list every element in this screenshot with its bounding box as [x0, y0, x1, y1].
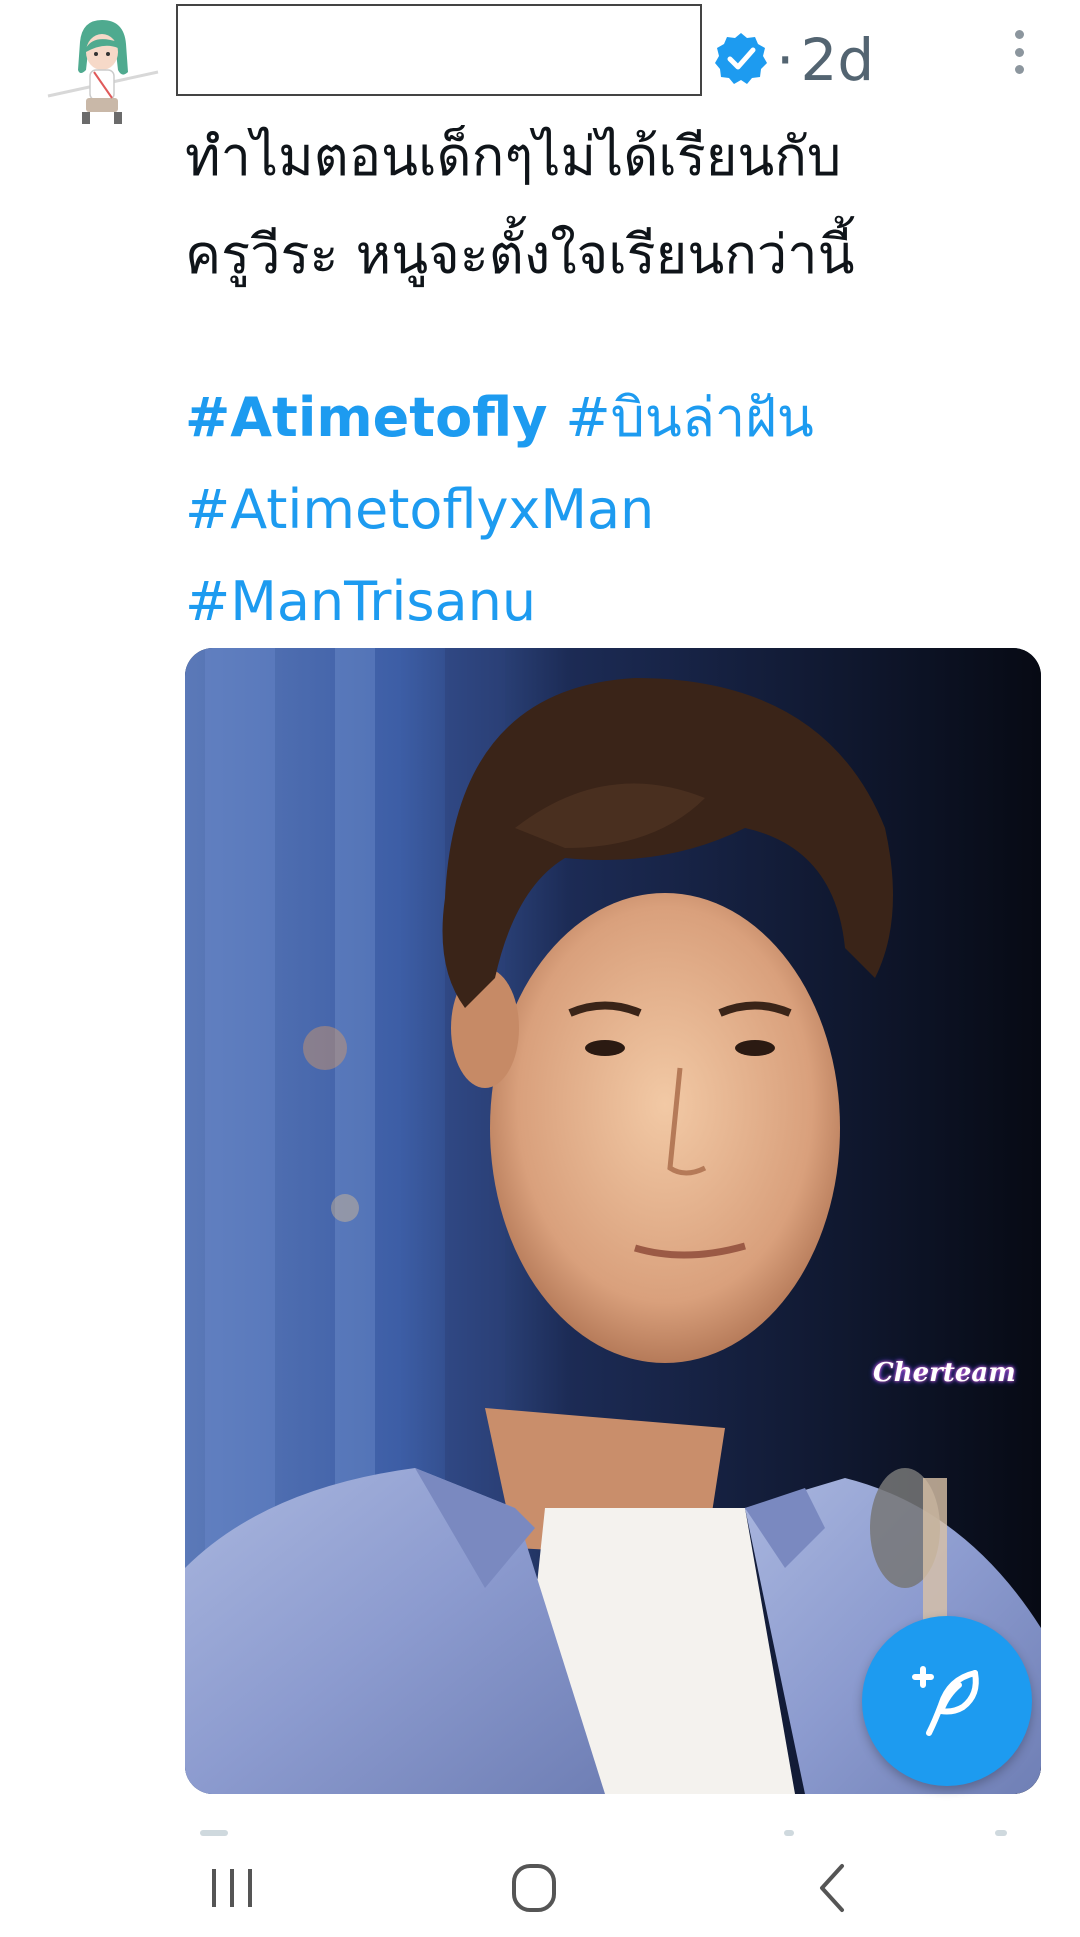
tweet-meta: · 2d: [774, 20, 874, 100]
tweet-text-line-1: ทำไมตอนเด็กๆไม่ได้เรียนกับ: [185, 125, 842, 188]
back-button[interactable]: [772, 1838, 892, 1937]
hashtag-link[interactable]: #AtimetoflyxMan: [185, 464, 654, 556]
system-nav-bar: [0, 1838, 1080, 1937]
tweet: · 2d ทำไมตอนเด็กๆไม่ได้เรียนกับ ครูวีระ ห…: [0, 0, 1080, 1836]
photo-watermark: Cherteam: [873, 1358, 1016, 1388]
hashtag-link[interactable]: #Atimetofly: [185, 372, 547, 464]
tweet-actions-peek: [0, 1826, 1080, 1838]
compose-tweet-button[interactable]: [862, 1616, 1032, 1786]
verified-badge-icon: [714, 31, 768, 85]
tweet-text: ทำไมตอนเด็กๆไม่ได้เรียนกับ ครูวีระ หนูจะ…: [185, 108, 1035, 304]
display-name-redacted[interactable]: [176, 4, 702, 96]
recents-icon: [212, 1868, 252, 1907]
tweet-timestamp[interactable]: 2d: [800, 26, 874, 94]
avatar[interactable]: [42, 12, 164, 134]
home-button[interactable]: [474, 1838, 594, 1937]
hashtag-link[interactable]: #ManTrisanu: [185, 556, 536, 648]
recents-button[interactable]: [172, 1838, 292, 1937]
meta-separator: ·: [776, 26, 795, 94]
home-icon: [512, 1863, 556, 1912]
hashtag-list: #Atimetofly #บินล่าฝัน #AtimetoflyxMan #M…: [185, 372, 1035, 648]
more-vertical-icon[interactable]: [1002, 30, 1036, 74]
compose-tweet-icon: [912, 1666, 979, 1736]
back-icon: [820, 1863, 844, 1912]
hashtag-link[interactable]: #บินล่าฝัน: [565, 372, 813, 464]
tweet-text-line-2: ครูวีระ หนูจะตั้งใจเรียนกว่านี้: [185, 223, 855, 286]
avatar-illustration-icon: [42, 12, 164, 134]
